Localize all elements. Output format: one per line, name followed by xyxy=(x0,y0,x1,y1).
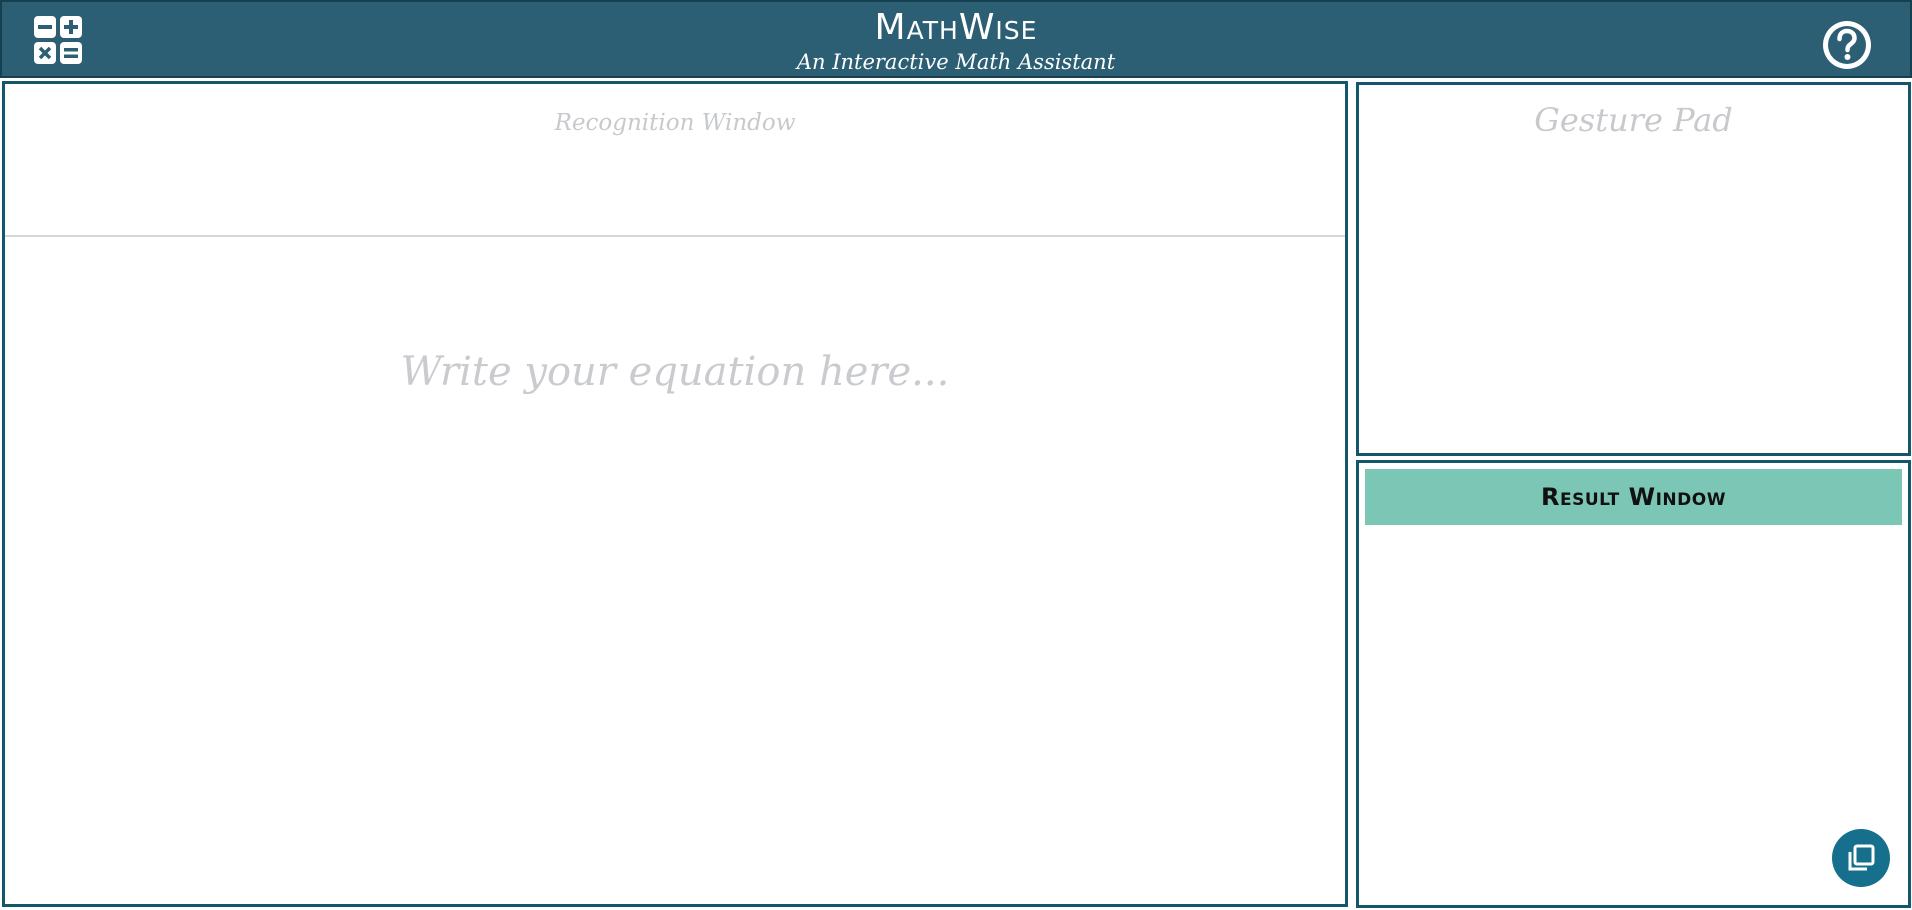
app-subtitle: An Interactive Math Assistant xyxy=(796,50,1116,74)
gesture-pad[interactable]: Gesture Pad xyxy=(1356,82,1911,456)
app-header: MathWise An Interactive Math Assistant xyxy=(0,0,1912,78)
recognition-label: Recognition Window xyxy=(554,110,796,136)
title-block: MathWise An Interactive Math Assistant xyxy=(2,6,1910,74)
recognition-window: Recognition Window Write your equation h… xyxy=(2,81,1348,907)
copy-icon xyxy=(1848,844,1875,871)
copy-button[interactable] xyxy=(1832,829,1890,887)
help-circle-icon xyxy=(1823,21,1871,69)
gesture-pad-label: Gesture Pad xyxy=(1534,101,1733,139)
result-banner: Result Window xyxy=(1365,469,1902,525)
result-title: Result Window xyxy=(1541,483,1726,511)
app-title: MathWise xyxy=(874,7,1038,48)
result-window: Result Window xyxy=(1356,460,1911,908)
help-button[interactable] xyxy=(1820,18,1874,72)
handwriting-canvas[interactable] xyxy=(5,239,1345,904)
canvas-placeholder: Write your equation here... xyxy=(400,349,950,395)
recognition-header: Recognition Window xyxy=(5,84,1345,237)
